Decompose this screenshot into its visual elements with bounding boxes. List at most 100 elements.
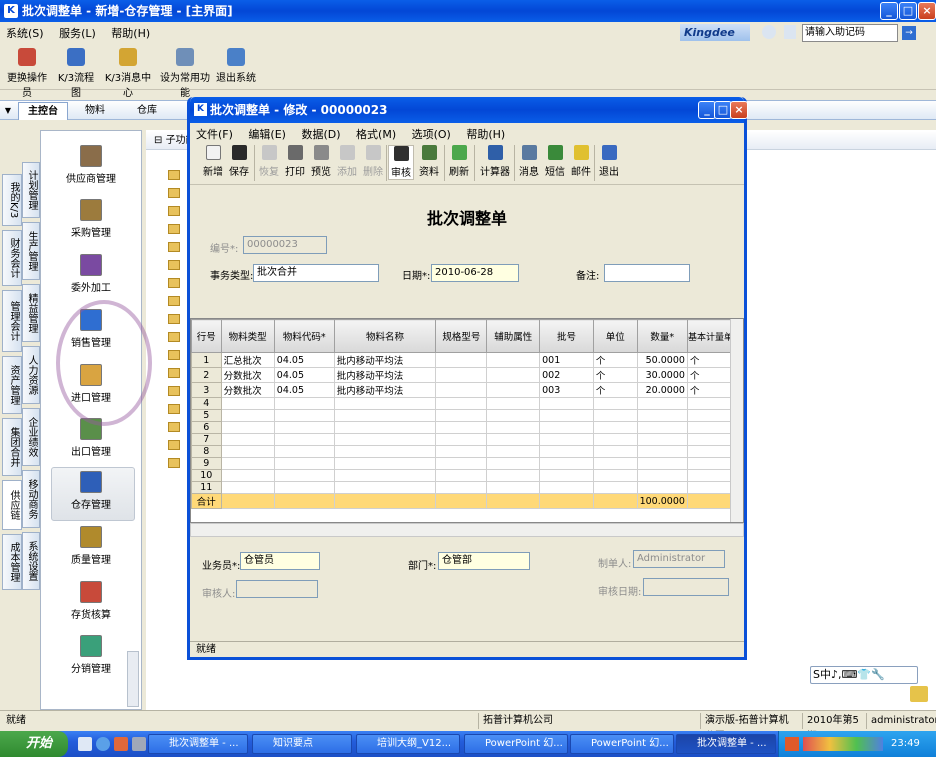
grid-cell[interactable]	[636, 481, 688, 494]
grid-cell[interactable]: 2	[191, 367, 222, 383]
grid-cell[interactable]	[435, 397, 488, 410]
grid-cell[interactable]	[273, 409, 335, 422]
menu-help[interactable]: 帮助(H)	[105, 22, 156, 44]
grid-cell[interactable]: 个	[592, 382, 638, 398]
col-header[interactable]: 批号	[539, 319, 594, 353]
grid-cell[interactable]	[220, 445, 275, 458]
vtab-asset[interactable]: 资产管理	[2, 356, 22, 414]
help-go-button[interactable]: →	[902, 26, 916, 40]
message-button[interactable]: 消息	[516, 145, 542, 178]
menu-edit[interactable]: 编辑(E)	[242, 123, 292, 145]
ime-toolbar[interactable]: S中♪,⌨👕🔧	[810, 666, 918, 684]
grid-cell[interactable]	[435, 481, 488, 494]
vtab-my-k3[interactable]: 我的K/3	[2, 174, 22, 226]
grid-cell[interactable]	[539, 421, 594, 434]
folder-icon[interactable]	[168, 260, 180, 270]
folder-icon[interactable]	[168, 440, 180, 450]
folder-icon[interactable]	[168, 170, 180, 180]
folder-icon[interactable]	[168, 224, 180, 234]
grid-cell[interactable]: 4	[191, 397, 222, 410]
grid-cell[interactable]: 50.0000	[636, 352, 688, 368]
grid-cell[interactable]: 个	[592, 352, 638, 368]
col-header[interactable]: 规格型号	[435, 319, 488, 353]
grid-cell[interactable]	[435, 409, 488, 422]
close-button[interactable]: ×	[918, 2, 936, 20]
grid-cell[interactable]	[435, 421, 488, 434]
grid-horizontal-scrollbar[interactable]	[190, 523, 744, 537]
grid-cell[interactable]	[486, 457, 541, 470]
col-header[interactable]: 辅助属性	[486, 319, 541, 353]
table-row[interactable]: 2 分数批次 04.05 批内移动平均法 002 个 30.0000 个	[191, 367, 743, 383]
grid-cell[interactable]	[636, 409, 688, 422]
task-powerpoint-1[interactable]: PowerPoint 幻...	[464, 734, 568, 754]
exit-system-button[interactable]: 退出系统	[216, 48, 256, 84]
grid-cell[interactable]	[486, 445, 541, 458]
col-header[interactable]: 数量*	[636, 319, 688, 353]
grid-cell[interactable]	[486, 469, 541, 482]
grid-cell[interactable]: 5	[191, 409, 222, 422]
folder-icon[interactable]	[168, 278, 180, 288]
table-row[interactable]: 5	[191, 409, 743, 422]
table-row[interactable]: 1 汇总批次 04.05 批内移动平均法 001 个 50.0000 个	[191, 352, 743, 368]
grid-cell[interactable]: 20.0000	[636, 382, 688, 398]
tab-dropdown-icon[interactable]: ▼	[2, 102, 14, 120]
vtab-lean[interactable]: 精益管理	[22, 284, 40, 342]
preview-button[interactable]: 预览	[308, 145, 334, 178]
table-row[interactable]: 11	[191, 481, 743, 494]
grid-cell[interactable]: 1	[191, 352, 222, 368]
menu-dialog-help[interactable]: 帮助(H)	[460, 123, 511, 145]
favorite-button[interactable]: 设为常用功能	[158, 48, 212, 99]
grid-cell[interactable]	[592, 421, 638, 434]
menu-data[interactable]: 数据(D)	[295, 123, 346, 145]
grid-cell[interactable]	[486, 382, 541, 398]
grid-cell[interactable]	[333, 469, 437, 482]
grid-cell[interactable]	[539, 481, 594, 494]
grid-cell[interactable]	[273, 397, 335, 410]
nav-item-purchase[interactable]: 采购管理	[41, 199, 141, 239]
folder-icon[interactable]	[168, 296, 180, 306]
grid-cell[interactable]: 分数批次	[220, 367, 275, 383]
grid-cell[interactable]: 8	[191, 445, 222, 458]
grid-cell[interactable]	[636, 445, 688, 458]
folder-icon[interactable]	[168, 368, 180, 378]
grid-cell[interactable]	[273, 445, 335, 458]
col-header[interactable]: 行号	[191, 319, 222, 353]
nav-item-supplier[interactable]: 供应商管理	[41, 145, 141, 185]
grid-cell[interactable]	[636, 433, 688, 446]
minimize-button[interactable]: _	[880, 2, 898, 20]
grid-cell[interactable]	[333, 421, 437, 434]
grid-cell[interactable]	[539, 469, 594, 482]
maker-field[interactable]: Administrator	[633, 550, 725, 568]
folder-icon[interactable]	[168, 332, 180, 342]
table-row[interactable]: 3 分数批次 04.05 批内移动平均法 003 个 20.0000 个	[191, 382, 743, 398]
grid-cell[interactable]	[636, 421, 688, 434]
type-field[interactable]: 批次合并	[253, 264, 379, 282]
approve-button[interactable]: 审核	[388, 145, 414, 180]
dept-field[interactable]: 仓管部	[438, 552, 530, 570]
grid-cell[interactable]	[220, 457, 275, 470]
grid-cell[interactable]	[435, 469, 488, 482]
grid-cell[interactable]	[220, 481, 275, 494]
vtab-performance[interactable]: 企业绩效	[22, 408, 40, 466]
grid-cell[interactable]	[592, 445, 638, 458]
desktop-icon[interactable]	[132, 737, 146, 751]
grid-cell[interactable]	[636, 469, 688, 482]
auditor-field[interactable]	[236, 580, 318, 598]
task-batch-adjust-1[interactable]: 批次调整单 - ...	[148, 734, 248, 754]
remark-field[interactable]	[604, 264, 690, 282]
table-row[interactable]: 6	[191, 421, 743, 434]
menu-file[interactable]: 文件(F)	[190, 123, 239, 145]
grid-cell[interactable]	[333, 481, 437, 494]
grid-cell[interactable]	[539, 457, 594, 470]
mail-notify-icon[interactable]	[910, 686, 928, 702]
vtab-mgmt-accounting[interactable]: 管理会计	[2, 290, 22, 352]
folder-icon[interactable]	[168, 404, 180, 414]
vtab-supply-chain[interactable]: 供应链	[2, 480, 22, 530]
nav-item-export[interactable]: 出口管理	[41, 418, 141, 458]
sogou-icon[interactable]	[785, 737, 799, 751]
calculator-button[interactable]: 计算器	[478, 145, 512, 178]
menu-format[interactable]: 格式(M)	[350, 123, 402, 145]
undo-button[interactable]: 恢复	[256, 145, 282, 178]
grid-cell[interactable]: 分数批次	[220, 382, 275, 398]
grid-cell[interactable]	[592, 433, 638, 446]
